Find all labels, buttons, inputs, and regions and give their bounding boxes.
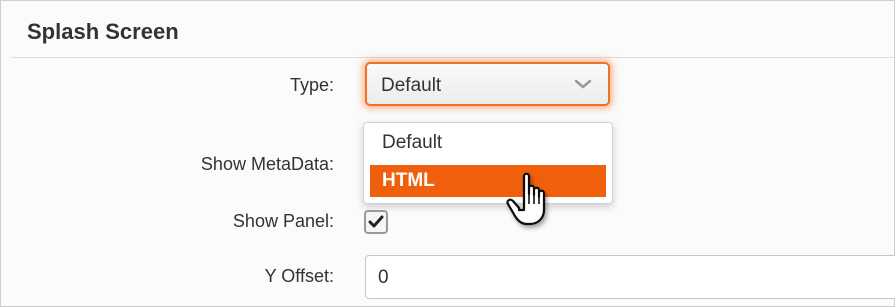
hand-pointer-icon	[506, 172, 546, 226]
panel-title: Splash Screen	[27, 19, 179, 44]
y-offset-value: 0	[378, 267, 389, 288]
y-offset-label: Y Offset:	[264, 266, 334, 286]
chevron-down-icon	[574, 79, 592, 89]
type-select-value: Default	[381, 75, 442, 96]
show-panel-label: Show Panel:	[232, 211, 334, 231]
title-divider	[11, 57, 894, 58]
show-panel-checkbox[interactable]	[364, 210, 388, 234]
type-dropdown-list: Default HTML	[363, 122, 613, 204]
show-metadata-label: Show MetaData:	[200, 154, 334, 174]
dropdown-option-html[interactable]: HTML	[370, 165, 606, 197]
settings-panel: Splash Screen Type: Default Show MetaDat…	[0, 0, 895, 307]
checkmark-icon	[368, 215, 384, 228]
dropdown-option-default[interactable]: Default	[370, 127, 606, 159]
type-select[interactable]: Default	[365, 62, 610, 106]
type-label: Type:	[289, 75, 334, 95]
y-offset-input[interactable]: 0	[365, 255, 895, 299]
